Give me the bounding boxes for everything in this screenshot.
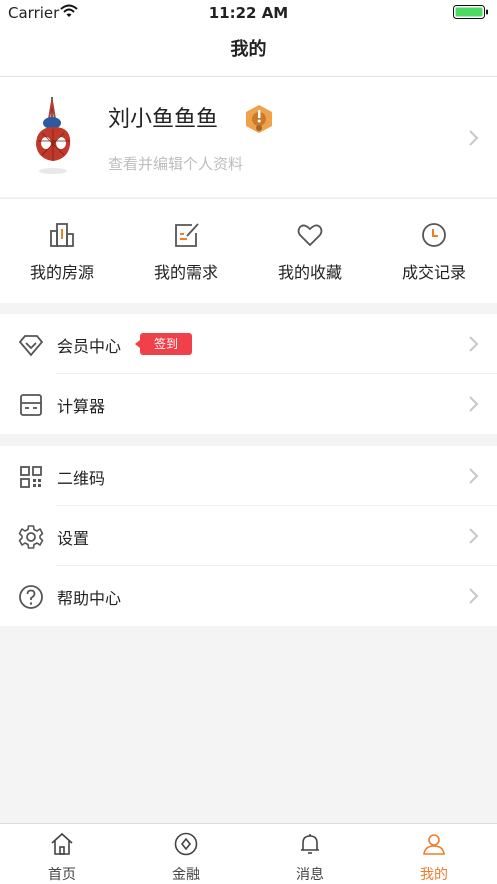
clock-time: 11:22 AM	[208, 4, 289, 22]
tab-bar: 首页 金融 消息 我的	[0, 823, 497, 884]
user-icon	[423, 834, 445, 855]
heart-icon	[297, 224, 323, 247]
menu-item-settings[interactable]: 设置	[0, 506, 497, 566]
quick-my-listings[interactable]: 我的房源	[0, 199, 124, 303]
home-icon	[51, 832, 73, 855]
edit-note-icon	[175, 223, 199, 247]
nav-bar: 我的	[0, 24, 497, 77]
status-bar: Carrier 11:22 AM	[0, 0, 497, 24]
sign-in-tag[interactable]: 签到	[134, 333, 193, 355]
finance-icon	[174, 832, 198, 856]
bell-icon	[301, 834, 319, 854]
tab-label: 我的	[420, 867, 448, 883]
tab-mine[interactable]: 我的	[372, 824, 496, 884]
tab-messages[interactable]: 消息	[248, 824, 372, 884]
chevron-right-icon	[469, 130, 479, 146]
menu-group-membership: 会员中心 签到 计算器	[0, 314, 497, 434]
medal-badge-icon	[246, 105, 272, 133]
menu-label: 二维码	[57, 469, 106, 488]
avatar	[36, 97, 71, 174]
profile-edit-hint: 查看并编辑个人资料	[108, 155, 244, 173]
tab-finance[interactable]: 金融	[124, 824, 248, 884]
menu-item-calculator[interactable]: 计算器	[0, 374, 497, 434]
tab-home[interactable]: 首页	[0, 824, 124, 884]
quick-label: 我的房源	[29, 263, 94, 282]
tab-label: 消息	[296, 867, 324, 883]
tab-label: 金融	[172, 867, 200, 883]
calculator-icon	[20, 394, 42, 416]
quick-label: 成交记录	[401, 263, 466, 282]
tab-label: 首页	[48, 867, 76, 883]
menu-item-member-center[interactable]: 会员中心 签到	[0, 314, 497, 374]
page-title: 我的	[230, 39, 267, 60]
chevron-right-icon	[469, 336, 479, 352]
menu-item-qrcode[interactable]: 二维码	[0, 446, 497, 506]
menu-group-tools: 二维码 设置 帮助中心	[0, 446, 497, 626]
chevron-right-icon	[469, 528, 479, 544]
menu-item-help-center[interactable]: 帮助中心	[0, 566, 497, 626]
chevron-right-icon	[469, 396, 479, 412]
quick-my-needs[interactable]: 我的需求	[124, 199, 248, 303]
qrcode-icon	[20, 466, 42, 488]
menu-label: 设置	[57, 529, 90, 548]
clock-icon	[422, 223, 446, 247]
chevron-right-icon	[469, 468, 479, 484]
chevron-right-icon	[469, 588, 479, 604]
building-icon	[50, 223, 74, 247]
profile-card[interactable]: 刘小鱼鱼鱼 查看并编辑个人资料	[0, 77, 497, 197]
profile-name: 刘小鱼鱼鱼	[108, 107, 219, 132]
menu-label: 帮助中心	[57, 589, 122, 608]
menu-label: 会员中心	[57, 337, 122, 356]
gear-icon	[18, 525, 44, 549]
quick-label: 我的收藏	[277, 263, 342, 282]
help-icon	[19, 585, 43, 609]
quick-actions: 我的房源 我的需求 我的收藏 成交记录	[0, 198, 497, 303]
battery-icon	[453, 5, 488, 19]
menu-label: 计算器	[57, 397, 106, 416]
quick-my-favorites[interactable]: 我的收藏	[248, 199, 372, 303]
diamond-icon	[18, 335, 44, 357]
quick-label: 我的需求	[153, 263, 218, 282]
quick-deal-records[interactable]: 成交记录	[372, 199, 496, 303]
